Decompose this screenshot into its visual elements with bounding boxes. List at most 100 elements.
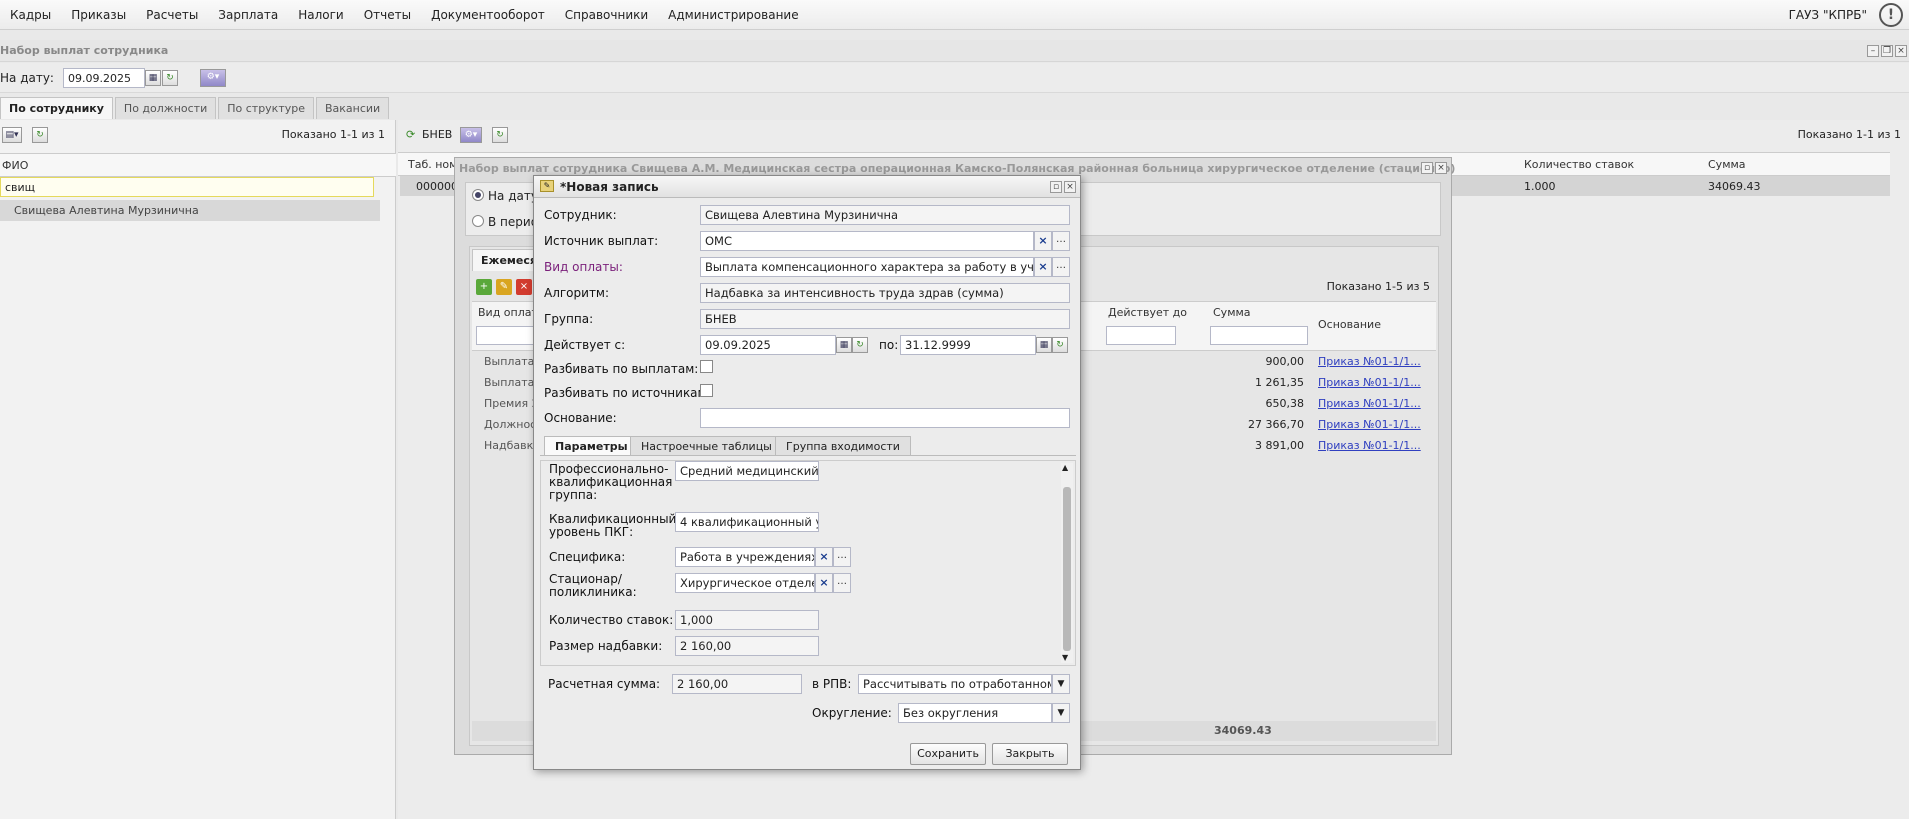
pay-type-clear-icon[interactable]: × [1034, 257, 1052, 277]
tab-vacancies[interactable]: Вакансии [316, 97, 390, 119]
hospital-clinic-select-icon[interactable]: … [833, 573, 851, 593]
pay-type-filter[interactable] [476, 326, 536, 345]
row-basis-link[interactable]: Приказ №01-1/1... [1318, 418, 1421, 431]
edit-record-icon: ✎ [540, 180, 554, 192]
dialog-maximize-icon[interactable]: ▫ [1050, 181, 1062, 193]
col-valid-until[interactable]: Действует до [1108, 306, 1187, 319]
fio-column-header[interactable]: ФИО [0, 153, 396, 177]
specifics-field[interactable]: Работа в учреждениях, с [675, 547, 815, 567]
valid-from-reset-icon[interactable]: ↻ [852, 337, 868, 353]
scroll-up-icon[interactable]: ▲ [1062, 463, 1068, 472]
level-field[interactable]: 4 квалификационный уровень [675, 512, 819, 532]
employee-field[interactable]: Свищева Алевтина Мурзинична [700, 205, 1070, 225]
calc-sum-field: 2 160,00 [672, 674, 802, 694]
source-clear-icon[interactable]: × [1034, 231, 1052, 251]
pay-type-select-icon[interactable]: … [1052, 257, 1070, 277]
row-pay-type: Надбавка [484, 439, 541, 452]
employee-row-name: Свищева Алевтина Мурзинична [14, 204, 199, 217]
rates-field[interactable]: 1,000 [675, 610, 819, 630]
rounding-select[interactable]: Без округления [898, 703, 1052, 723]
pkg-field[interactable]: Средний медицинский и фарм [675, 461, 819, 481]
menu-spravochniki[interactable]: Справочники [555, 8, 658, 22]
tab-settings-tables[interactable]: Настроечные таблицы [630, 436, 783, 456]
close-icon[interactable]: × [1895, 45, 1907, 57]
specifics-clear-icon[interactable]: × [815, 547, 833, 567]
source-field[interactable]: ОМС [700, 231, 1034, 251]
radio-on-date[interactable] [472, 189, 484, 201]
menu-prikazy[interactable]: Приказы [61, 8, 136, 22]
row-amount: 650,38 [1265, 397, 1305, 410]
bonus-size-field[interactable]: 2 160,00 [675, 636, 819, 656]
mid-maximize-icon[interactable]: ▫ [1421, 162, 1433, 174]
delete-icon[interactable]: × [516, 279, 532, 295]
refresh-date-icon[interactable]: ↻ [162, 70, 178, 86]
scroll-down-icon[interactable]: ▼ [1062, 653, 1068, 662]
basis-input[interactable] [700, 408, 1070, 428]
row-basis-link[interactable]: Приказ №01-1/1... [1318, 397, 1421, 410]
valid-to-calendar-icon[interactable]: ▦ [1036, 337, 1052, 353]
close-button[interactable]: Закрыть [992, 743, 1068, 765]
row-basis-link[interactable]: Приказ №01-1/1... [1318, 439, 1421, 452]
calendar-icon[interactable]: ▦ [145, 70, 161, 86]
fio-filter-input[interactable]: свищ [0, 177, 374, 197]
specifics-select-icon[interactable]: … [833, 547, 851, 567]
col-tab-number[interactable]: Таб. ном [408, 158, 457, 171]
menu-kadry[interactable]: Кадры [0, 8, 61, 22]
menu-otchety[interactable]: Отчеты [354, 8, 421, 22]
col-amount[interactable]: Сумма [1213, 306, 1251, 319]
hospital-clinic-clear-icon[interactable]: × [815, 573, 833, 593]
split-payments-checkbox[interactable] [700, 360, 713, 373]
menu-nalogi[interactable]: Налоги [288, 8, 354, 22]
group-dropdown-icon[interactable]: ⚙▾ [460, 127, 482, 143]
valid-until-filter[interactable] [1106, 326, 1176, 345]
hospital-clinic-field[interactable]: Хирургическое отделен [675, 573, 815, 593]
group-button[interactable]: БНЕВ [422, 128, 452, 141]
valid-to-reset-icon[interactable]: ↻ [1052, 337, 1068, 353]
edit-icon[interactable]: ✎ [496, 279, 512, 295]
add-icon[interactable]: + [476, 279, 492, 295]
scroll-thumb[interactable] [1063, 487, 1071, 651]
source-select-icon[interactable]: … [1052, 231, 1070, 251]
dialog-close-icon[interactable]: × [1064, 181, 1076, 193]
tab-entry-group[interactable]: Группа входимости [775, 436, 911, 456]
refresh-icon[interactable]: ↻ [32, 127, 48, 143]
options-dropdown-icon[interactable]: ⚙▾ [200, 69, 226, 87]
col-rate-count[interactable]: Количество ставок [1524, 158, 1634, 171]
tab-parameters[interactable]: Параметры [544, 436, 639, 456]
tab-by-employee[interactable]: По сотруднику [0, 97, 113, 119]
menu-zarplata[interactable]: Зарплата [208, 8, 288, 22]
tab-by-structure[interactable]: По структуре [218, 97, 314, 119]
employee-row[interactable]: Свищева Алевтина Мурзинична [0, 200, 380, 221]
rpv-chevron-down-icon[interactable]: ▼ [1052, 674, 1070, 694]
export-dropdown-icon[interactable]: ▤▾ [2, 127, 22, 143]
pay-type-field[interactable]: Выплата компенсационного характера за ра… [700, 257, 1034, 277]
rounding-label: Округление: [812, 706, 892, 720]
row-pay-type: Премия 2 [484, 397, 539, 410]
valid-from-calendar-icon[interactable]: ▦ [836, 337, 852, 353]
menu-raschety[interactable]: Расчеты [136, 8, 208, 22]
row-basis-link[interactable]: Приказ №01-1/1... [1318, 376, 1421, 389]
minimize-icon[interactable]: – [1867, 45, 1879, 57]
pay-type-label: Вид оплаты: [544, 260, 623, 274]
rpv-select[interactable]: Рассчитывать по отработанному [858, 674, 1052, 694]
col-sum[interactable]: Сумма [1708, 158, 1746, 171]
restore-icon[interactable]: ❐ [1881, 45, 1893, 57]
valid-to-input[interactable]: 31.12.9999 [900, 335, 1036, 355]
valid-from-input[interactable]: 09.09.2025 [700, 335, 836, 355]
date-input[interactable]: 09.09.2025 [63, 68, 145, 88]
hospital-clinic-label: Стационар/ поликлиника: [549, 572, 637, 599]
amount-filter[interactable] [1210, 326, 1308, 345]
menu-dokumentooborot[interactable]: Документооборот [421, 8, 555, 22]
col-basis[interactable]: Основание [1318, 318, 1381, 331]
save-button[interactable]: Сохранить [910, 743, 986, 765]
parameters-scrollbar[interactable]: ▲ ▼ [1061, 463, 1073, 663]
mid-close-icon[interactable]: × [1435, 162, 1447, 174]
tab-by-position[interactable]: По должности [114, 97, 217, 119]
rounding-chevron-down-icon[interactable]: ▼ [1052, 703, 1070, 723]
row-basis-link[interactable]: Приказ №01-1/1... [1318, 355, 1421, 368]
menu-administrirovanie[interactable]: Администрирование [658, 8, 808, 22]
split-sources-checkbox[interactable] [700, 384, 713, 397]
help-icon[interactable]: ! [1879, 3, 1903, 27]
refresh-right-icon[interactable]: ↻ [492, 127, 508, 143]
radio-period[interactable] [472, 215, 484, 227]
